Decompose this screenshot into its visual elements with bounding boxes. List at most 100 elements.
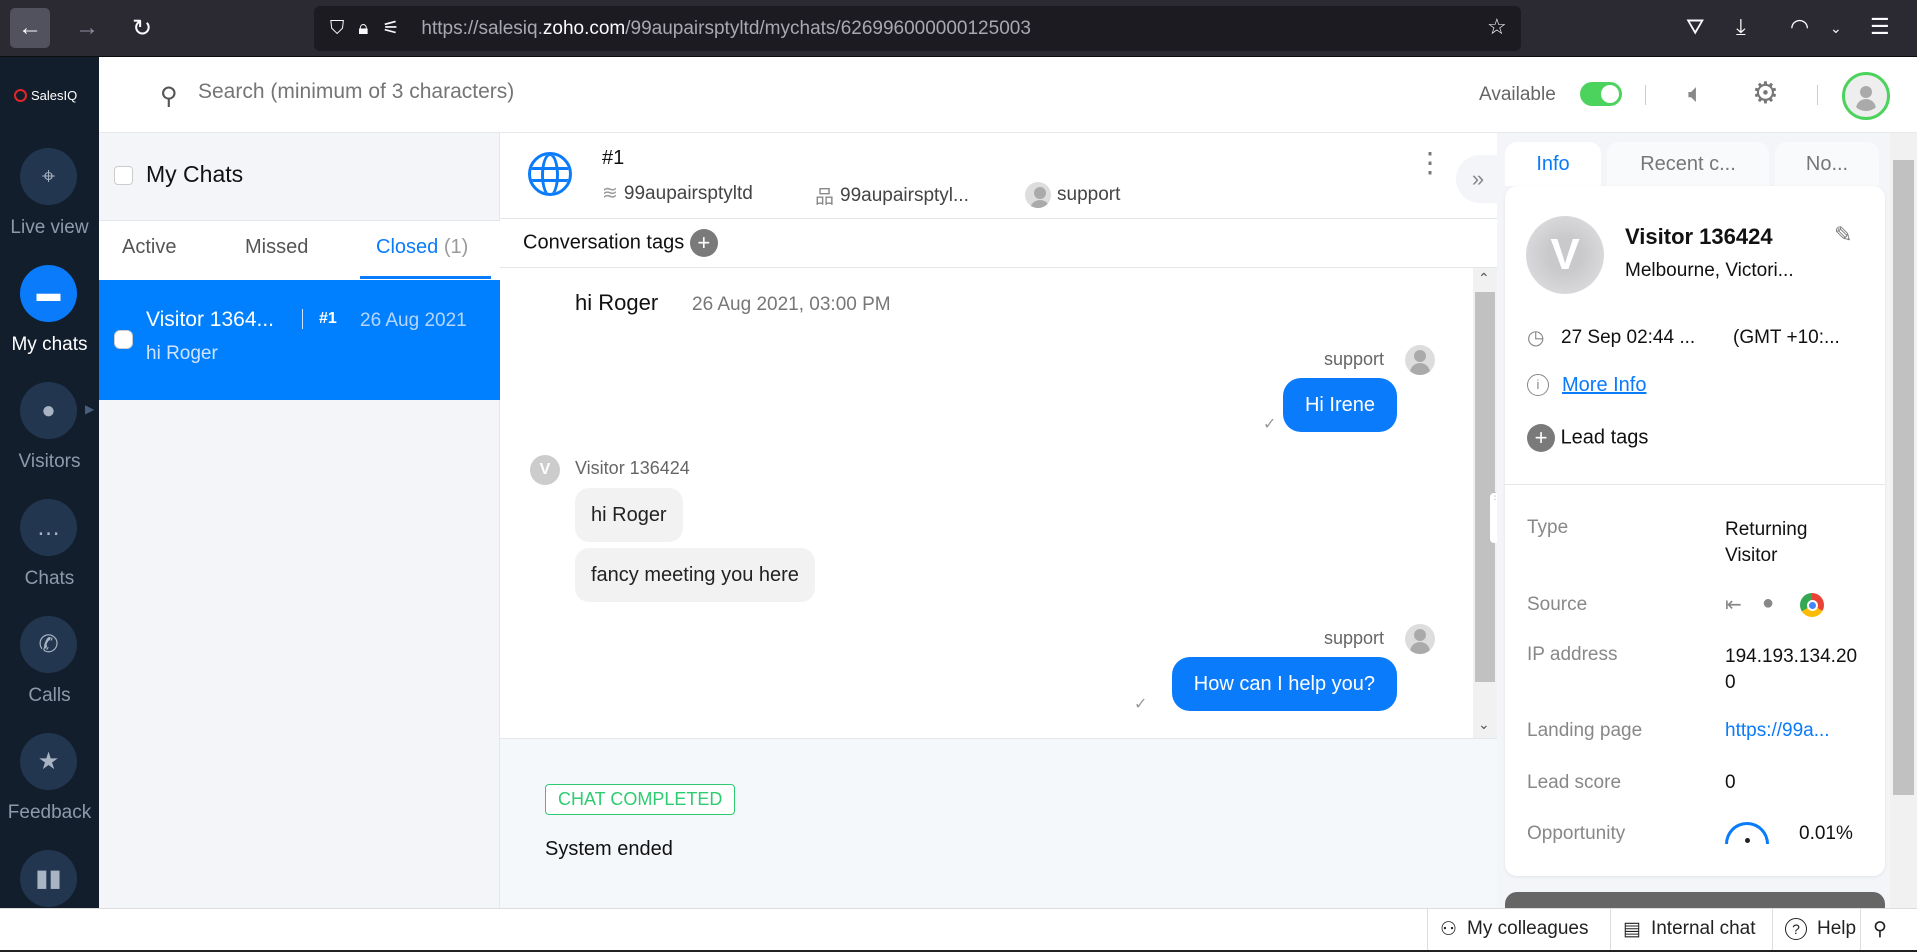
opportunity-value: 0.01% (1799, 823, 1853, 844)
select-all-checkbox[interactable] (114, 166, 133, 185)
live-view-icon[interactable]: ⌖ (20, 148, 77, 205)
lead-score-label: Lead score (1527, 772, 1622, 793)
ip-label: IP address (1527, 644, 1618, 665)
landing-label: Landing page (1527, 720, 1643, 741)
chat-date: 26 Aug 2021 (360, 310, 467, 331)
speed-dial-icon[interactable]: ◠ (1790, 14, 1809, 40)
tab-active[interactable]: Active (122, 236, 176, 259)
type-label: Type (1527, 517, 1569, 538)
nav-my-chats[interactable]: My chats (0, 334, 99, 356)
operator-avatar (1405, 345, 1435, 375)
message-bubble: fancy meeting you here (575, 548, 815, 602)
expand-arrow-icon[interactable]: ▶ (85, 402, 94, 416)
search-input[interactable] (198, 80, 698, 104)
status-badge: CHAT COMPLETED (545, 784, 736, 815)
local-time-icon: ◷ (1527, 327, 1545, 349)
divider (302, 309, 303, 329)
divider (1505, 484, 1885, 485)
visitor-local-time: 27 Sep 02:44 ... (1561, 327, 1696, 348)
menu-icon[interactable]: ☰ (1870, 14, 1890, 40)
message-sender: Visitor 136424 (575, 458, 690, 478)
ip-value: 194.193.134.200 (1725, 646, 1858, 693)
hierarchy-icon: 品 (815, 187, 835, 208)
chat-bubble-icon[interactable]: ▬ (20, 265, 77, 322)
tab-indicator (360, 276, 491, 279)
more-options-icon[interactable]: ⋮ (1416, 149, 1444, 177)
apple-icon: ● (1762, 592, 1775, 614)
message-bubble: How can I help you? (1171, 657, 1397, 711)
nav-calls[interactable]: Calls (0, 685, 99, 707)
sound-icon[interactable]: 🔈︎ (1688, 78, 1704, 110)
chat-department: 品 99aupairsptyl... (815, 182, 969, 209)
forward-button[interactable]: → (67, 8, 107, 48)
operator-avatar (1405, 624, 1435, 654)
colleagues-icon: ⚇ (1440, 918, 1458, 940)
url-prefix: https://salesiq. (421, 17, 543, 39)
visitor-avatar: V (1526, 216, 1604, 294)
download-icon[interactable]: ⤓ (1736, 14, 1746, 40)
tab-missed[interactable]: Missed (245, 236, 308, 259)
add-lead-tag-button[interactable]: + (1527, 424, 1555, 452)
nav-feedback[interactable]: Feedback (0, 802, 99, 824)
scroll-down-icon[interactable]: ⌄ (1478, 716, 1490, 733)
help-button[interactable]: ? Help (1772, 908, 1868, 950)
chat-operator: support (1025, 182, 1120, 208)
end-note: System ended (545, 838, 673, 860)
reports-icon[interactable]: ▮▮ (20, 850, 77, 907)
chat-question: hi Roger (575, 290, 659, 315)
collapse-panel-button[interactable]: » (1456, 155, 1500, 203)
reload-button[interactable]: ↻ (122, 8, 162, 48)
help-icon: ? (1785, 918, 1807, 940)
chat-id: #1 (319, 310, 337, 327)
bookmark-star-icon[interactable]: ☆ (1487, 14, 1507, 40)
nav-chats[interactable]: Chats (0, 568, 99, 590)
back-button[interactable]: ← (10, 8, 50, 48)
chat-portal: ≋ 99aupairsptyltd (602, 182, 753, 205)
salesiq-logo: SalesIQ (14, 88, 77, 103)
chats-icon[interactable]: … (20, 499, 77, 556)
pocket-icon[interactable]: ⛛ (1686, 14, 1704, 40)
phone-icon[interactable]: ✆ (20, 616, 77, 673)
tab-closed[interactable]: Closed (1) (376, 236, 468, 259)
edit-pencil-icon[interactable]: ✎ (1834, 222, 1852, 248)
chat-checkbox[interactable] (114, 330, 133, 349)
tab-info[interactable]: Info (1505, 142, 1601, 186)
visitor-icon[interactable]: ● (20, 382, 77, 439)
status-label: Available (1479, 84, 1556, 105)
availability-toggle[interactable] (1580, 82, 1622, 106)
page-title: My Chats (146, 161, 244, 187)
divider (1817, 85, 1818, 105)
message-sender: support (1324, 349, 1385, 369)
operator-avatar (1025, 182, 1051, 208)
more-info-link[interactable]: More Info (1562, 374, 1646, 397)
tab-notes[interactable]: No... (1775, 142, 1879, 186)
address-bar[interactable]: ⛉ 🔒︎ ⚟ https://salesiq.zoho.com/99aupair… (314, 6, 1521, 51)
tab-recent-chats[interactable]: Recent c... (1607, 142, 1769, 186)
opportunity-label: Opportunity (1527, 823, 1626, 844)
search-icon: ⚲ (1873, 918, 1887, 940)
chat-header (500, 133, 1497, 219)
delivered-check-icon: ✓ (1134, 696, 1148, 713)
chat-question-time: 26 Aug 2021, 03:00 PM (692, 294, 891, 315)
source-label: Source (1527, 594, 1588, 615)
my-colleagues-button[interactable]: ⚇ My colleagues (1427, 908, 1601, 950)
internal-chat-button[interactable]: ▤ Internal chat (1610, 908, 1768, 950)
nav-visitors[interactable]: Visitors (0, 451, 99, 473)
entry-source-icon: ⇤ (1725, 594, 1742, 616)
avatar[interactable] (1842, 72, 1890, 120)
chevron-down-icon[interactable]: ⌄ (1830, 20, 1842, 37)
lead-tags: + Lead tags (1527, 424, 1648, 452)
list-item[interactable] (99, 280, 500, 400)
message-bubble: hi Roger (575, 488, 683, 542)
nav-live-view[interactable]: Live view (0, 217, 99, 239)
footer-search-button[interactable]: ⚲ (1860, 908, 1899, 950)
gear-icon[interactable]: ⚙ (1752, 76, 1779, 111)
landing-link[interactable]: https://99a... (1725, 720, 1830, 742)
star-icon[interactable]: ★ (20, 733, 77, 790)
chat-number: #1 (602, 147, 625, 169)
scroll-up-icon[interactable]: ⌃ (1478, 270, 1490, 287)
scrollbar-thumb[interactable] (1475, 292, 1495, 682)
chat-status-area (500, 738, 1497, 908)
add-tag-button[interactable]: + (689, 229, 718, 257)
scrollbar-thumb[interactable] (1893, 160, 1914, 795)
